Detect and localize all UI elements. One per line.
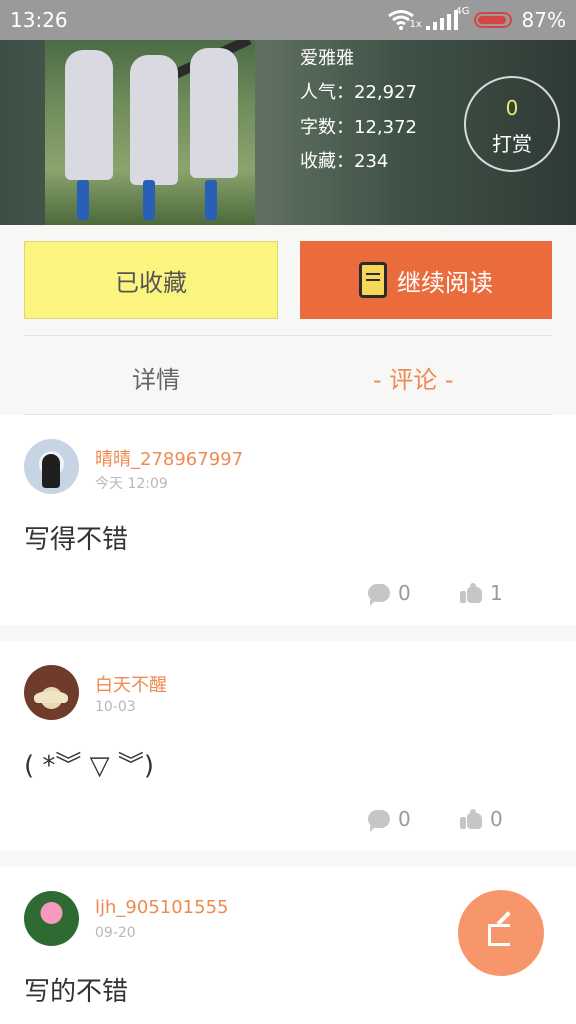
comment-author[interactable]: 晴晴_278967997 [95, 445, 243, 471]
continue-reading-button[interactable]: 继续阅读 [300, 241, 552, 319]
reply-count: 0 [398, 807, 411, 831]
tip-count: 0 [505, 96, 519, 120]
edit-icon [488, 911, 514, 946]
comment-author[interactable]: 白天不醒 [95, 671, 167, 697]
tip-label: 打赏 [492, 132, 532, 156]
write-comment-button[interactable] [458, 890, 544, 976]
comment-author[interactable]: ljh_905101555 [95, 897, 228, 918]
like-button[interactable]: 1 [460, 581, 503, 605]
comment-text: 写的不错 [24, 977, 129, 1007]
like-count: 0 [490, 807, 503, 831]
comment-card: 白天不醒 10-03 ( *︾ ▽ ︾) 0 0 [0, 641, 576, 851]
popularity-stat: 人气：22,927 [300, 82, 417, 103]
comment-card: 晴晴_278967997 今天 12:09 写得不错 0 1 [0, 415, 576, 625]
book-cover-image [45, 40, 255, 225]
tab-details[interactable]: 详情 [132, 360, 180, 395]
battery-percent: 87% [521, 8, 566, 32]
tip-button[interactable]: 0 打赏 [464, 76, 560, 172]
status-bar: 13:26 1x 4G 87% [0, 0, 576, 40]
avatar[interactable] [24, 439, 79, 494]
reply-button[interactable]: 0 [368, 807, 411, 832]
signal-icon: 1x 4G [410, 6, 470, 30]
tab-comments[interactable]: - 评论 - [373, 360, 454, 395]
sim-label: 1x [409, 19, 422, 30]
favorites-stat: 收藏：234 [300, 151, 389, 172]
like-button[interactable]: 0 [460, 807, 503, 831]
book-icon [359, 262, 387, 298]
divider [24, 335, 552, 336]
avatar[interactable] [24, 665, 79, 720]
collected-label: 已收藏 [115, 268, 187, 297]
thumbs-up-icon [460, 809, 482, 829]
collected-button[interactable]: 已收藏 [24, 241, 278, 319]
word-count-stat: 字数：12,372 [300, 117, 417, 138]
status-time: 13:26 [10, 8, 68, 32]
avatar[interactable] [24, 891, 79, 946]
comment-bubble-icon [368, 810, 390, 832]
comment-time: 09-20 [95, 925, 136, 941]
continue-reading-label: 继续阅读 [397, 268, 493, 297]
comment-time: 10-03 [95, 699, 136, 715]
network-label: 4G [455, 6, 470, 17]
author-name: 爱雅雅 [300, 48, 354, 69]
thumbs-up-icon [460, 583, 482, 603]
comment-text: ( *︾ ▽ ︾) [24, 751, 155, 781]
comment-text: 写得不错 [24, 525, 129, 555]
comment-time: 今天 12:09 [95, 476, 168, 492]
reply-button[interactable]: 0 [368, 581, 411, 606]
like-count: 1 [490, 581, 503, 605]
action-area: 已收藏 继续阅读 详情 - 评论 - [0, 225, 576, 415]
book-header: 爱雅雅 人气：22,927 字数：12,372 收藏：234 0 打赏 [0, 40, 576, 225]
reply-count: 0 [398, 581, 411, 605]
status-icons: 1x 4G 87% [387, 6, 566, 32]
battery-icon [473, 12, 512, 28]
comment-bubble-icon [368, 584, 390, 606]
